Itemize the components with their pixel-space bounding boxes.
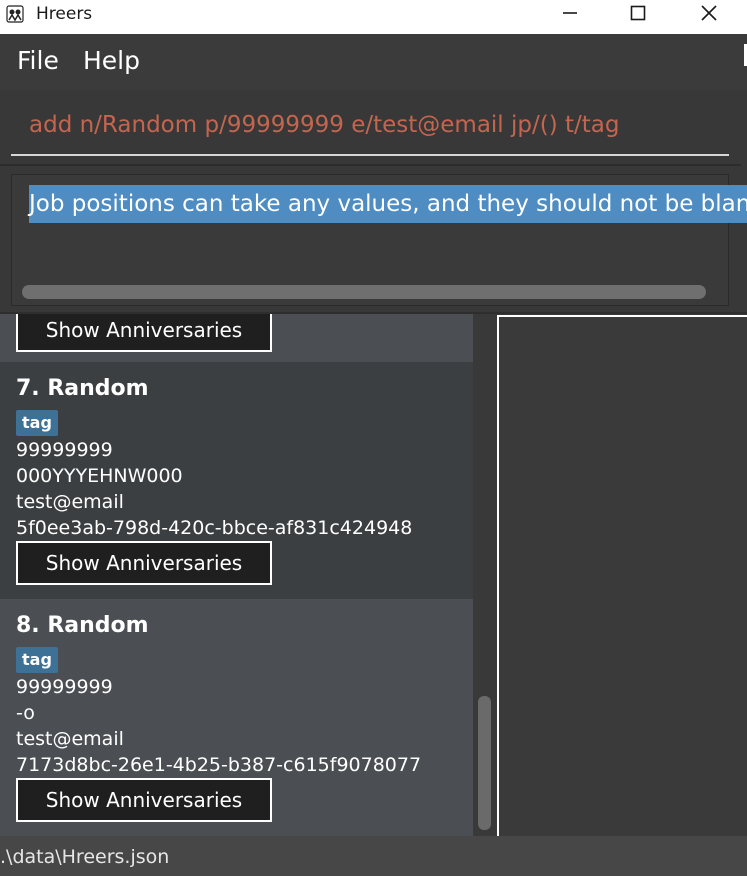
person-id: 7173d8bc-26e1-4b25-b387-c615f9078077 (16, 754, 422, 776)
person-job: -o (16, 702, 35, 724)
command-input[interactable] (29, 112, 729, 138)
divider (0, 164, 741, 166)
tag-badge: tag (16, 647, 58, 673)
window-title: Hreers (36, 4, 93, 24)
person-email: test@email (16, 491, 124, 513)
show-anniversaries-button[interactable]: Show Anniversaries (16, 778, 272, 822)
horizontal-scrollbar[interactable] (22, 285, 706, 299)
minimize-icon (563, 12, 577, 14)
person-card-7[interactable]: 7. Random tag 99999999 000YYYEHNW000 tes… (0, 362, 473, 599)
maximize-button[interactable] (603, 0, 673, 34)
menu-file[interactable]: File (17, 46, 59, 75)
command-box (0, 90, 741, 162)
show-anniversaries-button[interactable]: Show Anniversaries (16, 314, 272, 352)
menu-help[interactable]: Help (83, 46, 140, 75)
vertical-scrollbar[interactable] (473, 314, 497, 836)
person-name: 8. Random (16, 613, 149, 638)
person-card-6[interactable]: Show Anniversaries (0, 314, 473, 362)
maximize-icon (630, 5, 646, 21)
person-email: test@email (16, 728, 124, 750)
scrollbar-thumb[interactable] (478, 696, 491, 830)
result-message[interactable]: Job positions can take any values, and t… (29, 185, 747, 223)
command-underline (11, 154, 729, 156)
person-phone: 99999999 (16, 676, 113, 698)
close-button[interactable] (674, 0, 744, 34)
minimize-button[interactable] (535, 0, 605, 34)
person-list[interactable]: Show Anniversaries 7. Random tag 9999999… (0, 314, 473, 836)
title-bar: Hreers (0, 0, 747, 34)
person-name: 7. Random (16, 376, 149, 401)
close-icon (701, 5, 717, 21)
person-id: 5f0ee3ab-798d-420c-bbce-af831c424948 (16, 517, 413, 539)
result-display[interactable]: Job positions can take any values, and t… (11, 174, 747, 306)
person-card-8[interactable]: 8. Random tag 99999999 -o test@email 717… (0, 599, 473, 836)
detail-panel (497, 315, 747, 836)
tag-badge: tag (16, 410, 58, 436)
person-job: 000YYYEHNW000 (16, 465, 183, 487)
save-location: .\data\Hreers.json (0, 846, 170, 868)
menu-bar: File Help (0, 34, 747, 90)
show-anniversaries-button[interactable]: Show Anniversaries (16, 541, 272, 585)
app-icon (6, 5, 24, 23)
person-phone: 99999999 (16, 439, 113, 461)
status-bar: .\data\Hreers.json (0, 836, 747, 876)
